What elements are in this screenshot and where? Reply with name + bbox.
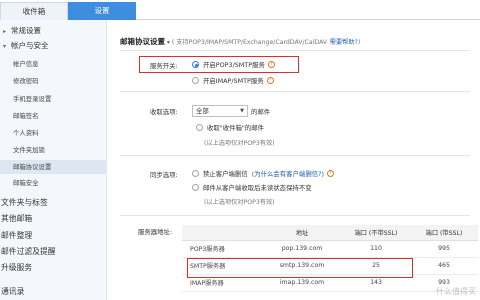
- pop3-smtp-option[interactable]: 开启POP3/SMTP服务 ?: [192, 60, 275, 69]
- sidebar-item-upgrade[interactable]: 升级服务: [1, 262, 32, 274]
- imap-smtp-option[interactable]: 开启IMAP/SMTP服务 ?: [192, 76, 274, 85]
- table-header-row: 地址 端口 (不带SSL) 端口 (带SSL): [182, 225, 478, 241]
- tab-settings[interactable]: 设置: [68, 2, 136, 20]
- table-header: 端口 (不带SSL): [342, 225, 410, 241]
- divider: [120, 91, 470, 92]
- watermark: 什么值得买: [436, 287, 476, 296]
- sidebar-item-account-info[interactable]: 帐户信息: [0, 58, 106, 70]
- why-delete-link[interactable]: (为什么会有客户端删信?): [252, 169, 324, 178]
- help-link[interactable]: 需要帮助?: [330, 39, 358, 46]
- sidebar-item-contacts[interactable]: 通讯录: [1, 286, 24, 298]
- keep-unread-option[interactable]: 邮件从客户端收取后未读状态保持不变: [192, 183, 312, 192]
- sidebar-group-label: 帐户与安全: [11, 41, 49, 50]
- table-header: [182, 225, 262, 241]
- collect-suffix: 的邮件: [251, 108, 271, 116]
- table-cell: 465: [410, 257, 478, 275]
- chevron-right-icon: ▸: [3, 28, 7, 35]
- sync-note: (以上选项仅对POP3有效): [204, 199, 275, 206]
- top-tab-bar: 收件箱 设置: [0, 0, 480, 20]
- sidebar-item-mail-organize[interactable]: 邮件整理: [1, 230, 32, 242]
- chevron-down-icon: ▾: [165, 39, 172, 46]
- divider: [120, 155, 470, 156]
- table-row: POP3服务器 pop.139.com 110 995: [182, 240, 478, 258]
- page-subtitle: ( 支持POP3/IMAP/SMTP/Exchange/CardDAV/CalD…: [171, 39, 328, 46]
- sidebar-item-signature[interactable]: 邮箱签名: [0, 110, 106, 122]
- table-cell: pop.139.com: [262, 240, 342, 258]
- radio-icon[interactable]: [192, 77, 199, 84]
- table-cell: POP3服务器: [182, 240, 262, 258]
- radio-icon[interactable]: [192, 184, 199, 191]
- sidebar-item-mail-security[interactable]: 邮箱安全: [0, 177, 106, 189]
- server-address-label: 服务器地址:: [138, 228, 173, 236]
- sidebar-item-profile[interactable]: 个人资料: [0, 127, 106, 139]
- question-icon[interactable]: ?: [327, 170, 335, 177]
- sidebar: ▸ 常规设置 ▾ 帐户与安全 帐户信息 修改密码 手机登录设置 邮箱签名 个人资料 …: [0, 20, 107, 300]
- question-icon[interactable]: ?: [266, 77, 274, 84]
- no-client-delete-option[interactable]: 禁止客户端删信 (为什么会有客户端删信?) ?: [192, 169, 335, 178]
- collect-folder-select[interactable]: 全部 ▼: [192, 105, 248, 117]
- table-cell: 995: [410, 240, 478, 258]
- radio-icon[interactable]: [196, 124, 203, 131]
- sidebar-item-filter-alerts[interactable]: 邮件过滤及提醒: [1, 246, 56, 258]
- service-switch-label: 服务开关:: [150, 62, 178, 70]
- chevron-down-icon: ▾: [3, 43, 7, 50]
- sidebar-item-phone-login[interactable]: 手机登录设置: [0, 93, 106, 105]
- divider: [120, 50, 470, 51]
- divider: [120, 215, 470, 216]
- sidebar-item-protocol-settings[interactable]: 邮箱协议设置: [0, 160, 106, 174]
- page-title: 邮箱协议设置 ▾ ( 支持POP3/IMAP/SMTP/Exchange/Car…: [120, 37, 361, 46]
- sync-options-label: 同步选项:: [150, 171, 178, 179]
- radio-selected-icon[interactable]: [192, 61, 199, 68]
- chevron-down-icon: ▼: [240, 108, 244, 114]
- table-header: 端口 (带SSL): [410, 225, 478, 241]
- table-cell: 110: [342, 240, 410, 258]
- collect-inbox-option[interactable]: 收取"收件箱"的邮件: [196, 123, 264, 132]
- sidebar-item-folders-tags[interactable]: 文件夹与标签: [1, 197, 48, 209]
- sidebar-item-folder-lock[interactable]: 文件夹加锁: [0, 144, 106, 156]
- sidebar-group-account-security[interactable]: ▾ 帐户与安全: [3, 40, 49, 52]
- question-icon[interactable]: ?: [267, 61, 275, 68]
- highlight-box: [187, 258, 413, 278]
- radio-icon[interactable]: [192, 170, 199, 177]
- sidebar-group-general[interactable]: ▸ 常规设置: [3, 25, 41, 37]
- table-header: 地址: [262, 225, 342, 241]
- collect-note: (以上选项仅对POP3有效): [204, 140, 275, 147]
- main-panel: 邮箱协议设置 ▾ ( 支持POP3/IMAP/SMTP/Exchange/Car…: [108, 20, 480, 300]
- sidebar-item-other-mailbox[interactable]: 其他邮箱: [1, 213, 32, 225]
- tab-inbox[interactable]: 收件箱: [0, 2, 68, 20]
- sidebar-item-change-password[interactable]: 修改密码: [0, 75, 106, 87]
- sidebar-group-label: 常规设置: [11, 26, 41, 35]
- collect-options-label: 收取选项:: [150, 108, 178, 116]
